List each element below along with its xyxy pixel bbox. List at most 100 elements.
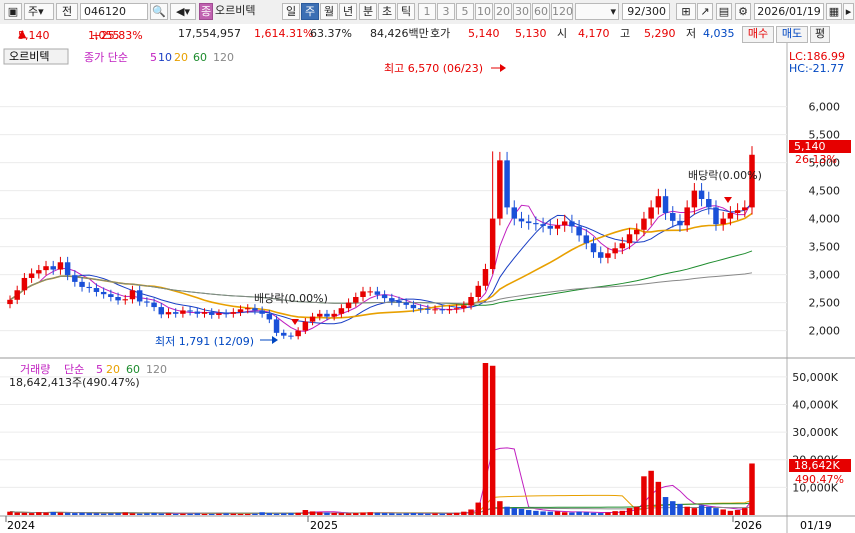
candle xyxy=(706,199,712,208)
speaker-icon[interactable]: ◀▾ xyxy=(170,3,196,20)
candle xyxy=(742,207,748,211)
annot-high: 최고 6,570 (06/23) xyxy=(384,62,483,75)
volume-bar xyxy=(237,513,244,515)
candle xyxy=(252,308,258,311)
price-ma60: 60 xyxy=(193,51,207,64)
date-input[interactable]: 2026/01/19 xyxy=(754,3,824,20)
sell-button[interactable]: 매도 xyxy=(776,26,808,43)
candle xyxy=(93,288,100,292)
flat-button[interactable]: 평 xyxy=(810,26,830,43)
volume-legend-prefix: 단순 xyxy=(64,363,84,376)
buy-button[interactable]: 매수 xyxy=(742,26,774,43)
volume-bar xyxy=(626,508,633,515)
candle xyxy=(338,308,345,314)
candle xyxy=(590,243,597,253)
candle xyxy=(353,297,359,303)
mode-label: 주 xyxy=(28,5,39,18)
volume-bar xyxy=(43,512,49,515)
tab-day[interactable]: 일 xyxy=(282,3,300,20)
volume-bar xyxy=(259,512,265,515)
stock-chart[interactable]: 2,0002,5003,0003,5004,0004,5005,0005,500… xyxy=(0,43,855,533)
volume-bar xyxy=(489,365,496,515)
candle xyxy=(108,294,114,297)
candle xyxy=(489,218,496,269)
save-icon[interactable]: ▤ xyxy=(716,3,732,20)
candle xyxy=(453,308,460,310)
candle xyxy=(331,313,337,317)
volume-label: 거래량 xyxy=(20,363,50,376)
volume-bar xyxy=(720,509,726,515)
num-1[interactable]: 1 xyxy=(418,3,436,20)
annot-dividend-2: 배당락(0.00%) xyxy=(688,169,762,182)
candle xyxy=(158,307,165,315)
layout-icon[interactable]: ▣ xyxy=(4,3,22,20)
candle xyxy=(417,308,424,310)
volume-bar xyxy=(144,513,150,515)
candle xyxy=(57,262,64,270)
candle xyxy=(266,313,273,320)
tab-minute[interactable]: 분 xyxy=(359,3,377,20)
candle xyxy=(201,312,208,314)
custom-period-select[interactable]: ▾ xyxy=(575,3,619,20)
crosshair-icon[interactable]: ⊞ xyxy=(676,3,696,20)
x-label-date: 01/19 xyxy=(800,519,832,532)
candle xyxy=(410,304,417,309)
tab-tick[interactable]: 틱 xyxy=(397,3,415,20)
next-icon[interactable]: ▸ xyxy=(843,3,854,20)
tab-second[interactable]: 초 xyxy=(378,3,396,20)
candle xyxy=(129,290,136,300)
volume-bar xyxy=(417,513,424,515)
candle xyxy=(345,302,352,309)
num-10[interactable]: 10 xyxy=(475,3,493,20)
volume-ma60: 60 xyxy=(126,363,140,376)
candle xyxy=(727,213,734,219)
search-icon[interactable]: 🔍 xyxy=(150,3,168,20)
num-5[interactable]: 5 xyxy=(456,3,474,20)
num-60[interactable]: 60 xyxy=(532,3,550,20)
price-ma10: 10 xyxy=(158,51,172,64)
tab-month[interactable]: 월 xyxy=(320,3,338,20)
num-3[interactable]: 3 xyxy=(437,3,455,20)
vol-tick: 30,000K xyxy=(792,426,838,439)
compare-icon[interactable]: ↗ xyxy=(697,3,713,20)
volume-bar xyxy=(100,513,107,515)
count-value: 92/300 xyxy=(627,5,666,18)
price-tag-pct: 26.13% xyxy=(795,153,837,166)
num-20[interactable]: 20 xyxy=(494,3,512,20)
volume-bar xyxy=(324,512,330,515)
candle xyxy=(302,321,309,331)
tab-year[interactable]: 년 xyxy=(339,3,357,20)
candle xyxy=(461,305,467,309)
volume-bar xyxy=(525,510,532,515)
volume-bar xyxy=(281,513,287,515)
candle xyxy=(576,226,582,236)
calendar-icon[interactable]: ▦ xyxy=(826,3,842,20)
volume-bar xyxy=(590,512,597,515)
volume-bar xyxy=(374,512,381,515)
num-30[interactable]: 30 xyxy=(513,3,531,20)
mode-select[interactable]: 주▾ xyxy=(24,3,54,20)
candle xyxy=(122,299,128,301)
y-tick: 4,500 xyxy=(809,185,841,198)
candle xyxy=(7,299,13,305)
candle xyxy=(115,297,121,301)
settings-icon[interactable]: ⚙ xyxy=(735,3,751,20)
volume-bar xyxy=(554,511,561,515)
volume-bar xyxy=(511,508,518,515)
volume-bar xyxy=(634,506,640,515)
volume-bar xyxy=(151,513,157,515)
count-input[interactable]: 92/300 xyxy=(622,3,670,20)
candle xyxy=(439,309,445,311)
candle xyxy=(295,330,301,337)
num-120[interactable]: 120 xyxy=(551,3,573,20)
volume-bar xyxy=(497,501,503,515)
tab-week[interactable]: 주 xyxy=(301,3,319,20)
quote-high: 5,290 xyxy=(644,27,676,40)
code-input[interactable]: 046120 xyxy=(80,3,148,20)
volume-bar xyxy=(129,513,136,515)
candle xyxy=(561,221,568,226)
candle xyxy=(511,207,518,219)
volume-bar xyxy=(136,513,143,515)
kind-select[interactable]: 전 xyxy=(56,3,78,20)
candle xyxy=(432,309,438,311)
